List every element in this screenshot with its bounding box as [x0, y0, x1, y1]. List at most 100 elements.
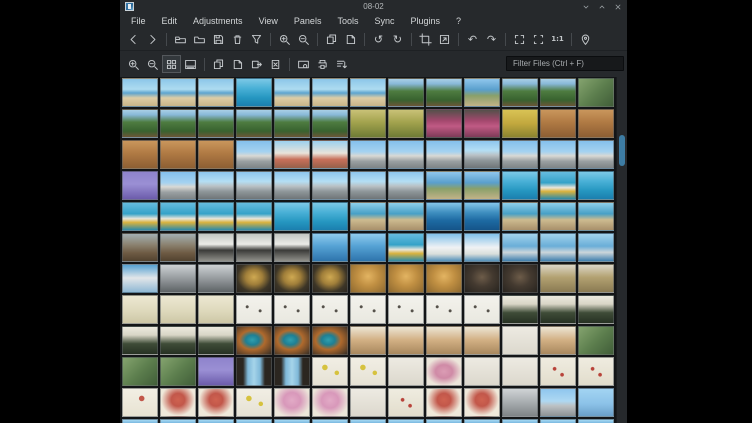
thumbnail-moorboats[interactable]: [540, 233, 576, 262]
undo-button[interactable]: ↶: [463, 30, 482, 48]
thumbnail-turquoise[interactable]: [236, 78, 272, 107]
thumbnail-specbox[interactable]: [160, 295, 196, 324]
thumbnail-yellowbush[interactable]: [388, 109, 424, 138]
thumbnail-sliverblue[interactable]: [540, 419, 576, 423]
thumbnail-sliverblue[interactable]: [388, 419, 424, 423]
thumbnail-palm[interactable]: [426, 78, 462, 107]
thumbnail-arch[interactable]: [502, 202, 538, 231]
thumbnail-insect[interactable]: [350, 295, 386, 324]
thumbnail-coast[interactable]: [464, 78, 500, 107]
thumbnail-redflower[interactable]: [426, 388, 462, 417]
thumbnail-palm[interactable]: [160, 109, 196, 138]
thumbnail-pinkflower[interactable]: [426, 357, 462, 386]
thumbnail-moorboats[interactable]: [502, 233, 538, 262]
thumbnail-purple[interactable]: [122, 171, 158, 200]
thumb-zoom-in-button[interactable]: [124, 55, 143, 73]
thumbnail-sliverblue[interactable]: [578, 419, 614, 423]
thumbnail-street[interactable]: [426, 140, 462, 169]
thumbnail-foliage[interactable]: [578, 78, 614, 107]
thumbnail-donkey[interactable]: [540, 109, 576, 138]
rotate-cw-button[interactable]: ↻: [388, 30, 407, 48]
single-view-button[interactable]: [181, 55, 200, 73]
thumbnail-bench[interactable]: [160, 233, 196, 262]
thumbnail-squirrel[interactable]: [464, 326, 500, 355]
thumbnail-butterflydark[interactable]: [312, 264, 348, 293]
thumbnail-sliverblue[interactable]: [160, 419, 196, 423]
thumbnail-palm[interactable]: [122, 109, 158, 138]
thumbnail-boat[interactable]: [236, 202, 272, 231]
thumbnail-vase[interactable]: [388, 357, 424, 386]
thumbnail-pier[interactable]: [122, 264, 158, 293]
delete-button[interactable]: [228, 30, 247, 48]
zoom-in-button[interactable]: [275, 30, 294, 48]
thumbnail-palm[interactable]: [236, 109, 272, 138]
thumbnail-foliage[interactable]: [578, 326, 614, 355]
thumbnail-statue[interactable]: [502, 388, 538, 417]
thumbnail-beach[interactable]: [274, 78, 310, 107]
thumbnail-insect[interactable]: [426, 295, 462, 324]
thumbnail-redflower[interactable]: [160, 388, 196, 417]
thumbnail-purple[interactable]: [198, 357, 234, 386]
thumbnail-street[interactable]: [388, 140, 424, 169]
thumbnail-yellowbush[interactable]: [350, 109, 386, 138]
thumbnail-bay[interactable]: [312, 233, 348, 262]
thumbnail-hotel[interactable]: [274, 140, 310, 169]
thumbnail-squirrel[interactable]: [388, 326, 424, 355]
thumbnail-deepblue[interactable]: [464, 202, 500, 231]
thumbnail-sliverblue[interactable]: [426, 419, 462, 423]
menu-file[interactable]: File: [123, 15, 154, 27]
thumbnail-insect[interactable]: [274, 295, 310, 324]
thumbnail-road[interactable]: [274, 171, 310, 200]
thumbnail-beach[interactable]: [198, 78, 234, 107]
thumbnail-insect[interactable]: [236, 295, 272, 324]
redo-button[interactable]: ↷: [482, 30, 501, 48]
thumbnail-darkmonkey[interactable]: [502, 264, 538, 293]
thumbnail-boat[interactable]: [198, 202, 234, 231]
thumbnail-road[interactable]: [198, 171, 234, 200]
thumbnail-botwhite[interactable]: [350, 357, 386, 386]
thumbnail-beach[interactable]: [160, 78, 196, 107]
thumbnail-botwhite[interactable]: [312, 357, 348, 386]
map-button[interactable]: [576, 30, 595, 48]
thumbnail-berry[interactable]: [578, 357, 614, 386]
thumbnail-arch[interactable]: [540, 202, 576, 231]
thumbnail-window[interactable]: [236, 357, 272, 386]
thumbnail-arch[interactable]: [578, 202, 614, 231]
thumbnail-arch[interactable]: [350, 202, 386, 231]
thumbnail-boat[interactable]: [540, 171, 576, 200]
vertical-scrollbar[interactable]: [616, 77, 627, 423]
thumbnail-palm[interactable]: [540, 78, 576, 107]
thumbnail-palm[interactable]: [388, 78, 424, 107]
rename-file-button[interactable]: [247, 55, 266, 73]
thumbnail-bougain[interactable]: [464, 109, 500, 138]
thumbnail-specbox[interactable]: [122, 295, 158, 324]
copy-button[interactable]: [322, 30, 341, 48]
crop-button[interactable]: [416, 30, 435, 48]
thumbnail-birddark[interactable]: [122, 326, 158, 355]
thumbnail-palm[interactable]: [198, 109, 234, 138]
thumbnail-kingfisher[interactable]: [312, 326, 348, 355]
thumbnail-fox[interactable]: [426, 264, 462, 293]
thumbnail-birddark[interactable]: [578, 295, 614, 324]
maximize-button[interactable]: [597, 2, 606, 11]
thumbnail-donkey[interactable]: [122, 140, 158, 169]
thumbnail-squirrel[interactable]: [540, 326, 576, 355]
thumbnail-pigeon[interactable]: [198, 264, 234, 293]
thumbnail-street[interactable]: [502, 140, 538, 169]
thumbnail-insect[interactable]: [388, 295, 424, 324]
thumbnail-bay[interactable]: [350, 233, 386, 262]
thumbnail-donkey[interactable]: [198, 140, 234, 169]
thumbnail-dog[interactable]: [274, 233, 310, 262]
thumbnail-insect[interactable]: [312, 295, 348, 324]
filter-button[interactable]: [247, 30, 266, 48]
filter-files-input[interactable]: [506, 56, 624, 71]
thumbnail-dog[interactable]: [236, 233, 272, 262]
thumbnail-fox[interactable]: [388, 264, 424, 293]
thumbnail-crossing[interactable]: [540, 388, 576, 417]
thumbnail-palm[interactable]: [274, 109, 310, 138]
thumbnail-birddark[interactable]: [540, 295, 576, 324]
thumbnail-moth[interactable]: [540, 264, 576, 293]
thumbnail-sliverblue[interactable]: [198, 419, 234, 423]
minimize-button[interactable]: [581, 2, 590, 11]
close-button[interactable]: [613, 2, 622, 11]
